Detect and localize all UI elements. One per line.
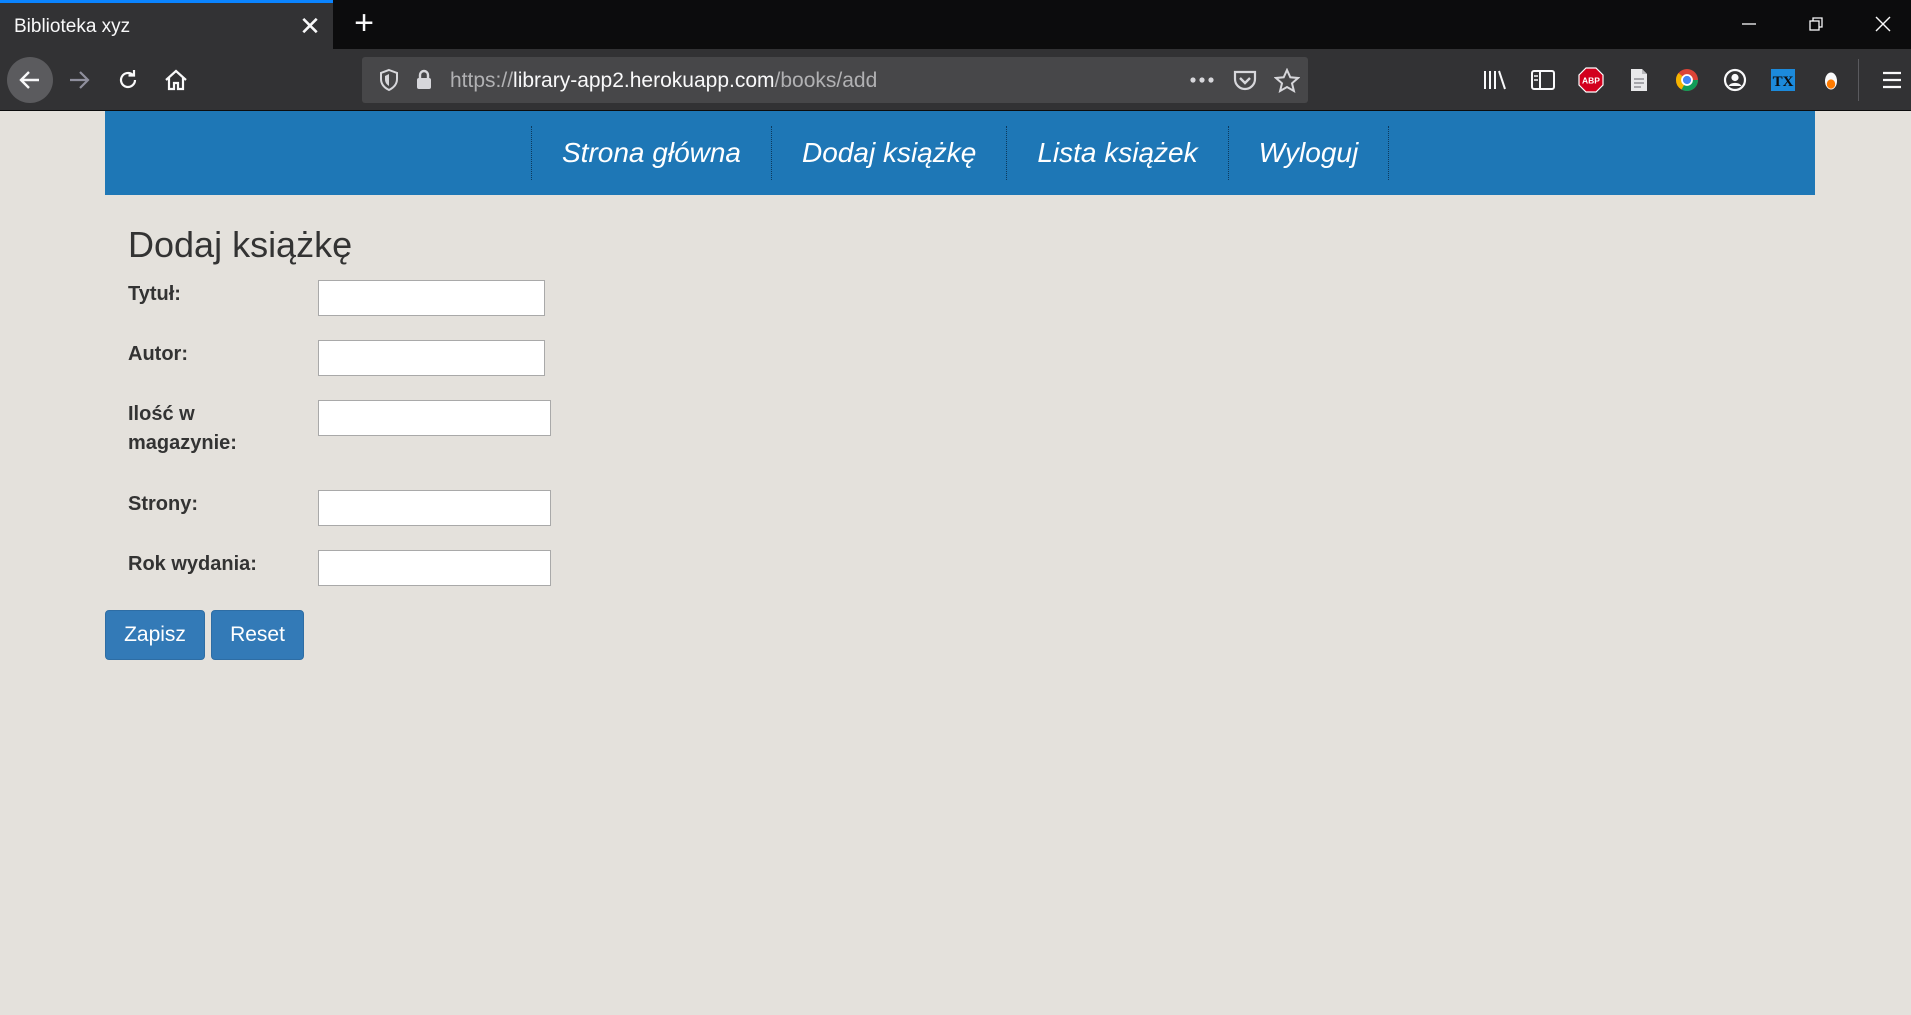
publication-year-label: Rok wydania: — [128, 553, 257, 575]
document-icon[interactable] — [1625, 66, 1653, 94]
tx-extension-icon[interactable]: TX — [1769, 66, 1797, 94]
reload-button[interactable] — [105, 57, 151, 103]
nav-item-add-book: Dodaj książkę — [772, 126, 1008, 180]
shield-icon[interactable] — [378, 68, 400, 92]
nav-link-add-book[interactable]: Dodaj książkę — [802, 137, 976, 169]
restore-icon[interactable] — [1793, 8, 1839, 40]
forward-button[interactable] — [56, 57, 102, 103]
svg-text:ABP: ABP — [1582, 76, 1600, 86]
svg-text:TX: TX — [1773, 74, 1794, 90]
new-tab-icon[interactable]: + — [346, 6, 382, 42]
reset-button[interactable]: Reset — [211, 610, 304, 660]
pages-label: Strony: — [128, 493, 198, 515]
stock-quantity-label: Ilość w magazynie: — [128, 403, 237, 454]
lock-icon[interactable] — [414, 68, 434, 92]
author-label: Autor: — [128, 343, 188, 365]
close-window-icon[interactable] — [1860, 8, 1906, 40]
star-icon[interactable] — [1274, 68, 1300, 94]
nav-item-book-list: Lista książek — [1007, 126, 1229, 180]
title-input[interactable] — [318, 280, 545, 316]
stock-quantity-input[interactable] — [318, 400, 551, 436]
pocket-icon[interactable] — [1232, 68, 1258, 92]
reload-icon — [119, 70, 137, 89]
url-bar[interactable]: https://library-app2.herokuapp.com/books… — [362, 57, 1308, 103]
extension-icon[interactable] — [1817, 66, 1845, 94]
nav-item-logout: Wyloguj — [1229, 126, 1390, 180]
home-icon — [165, 69, 187, 91]
site-nav-list: Strona główna Dodaj książkę Lista książe… — [531, 126, 1390, 180]
library-icon[interactable] — [1481, 66, 1509, 94]
sidebar-icon[interactable] — [1529, 66, 1557, 94]
publication-year-input[interactable] — [318, 550, 551, 586]
more-actions-icon[interactable] — [1188, 68, 1216, 92]
chrome-extension-icon[interactable] — [1673, 66, 1701, 94]
hamburger-menu-icon[interactable] — [1878, 66, 1906, 94]
url-text[interactable]: https://library-app2.herokuapp.com/books… — [450, 69, 877, 93]
toolbar-separator — [1858, 59, 1859, 101]
site-navigation: Strona główna Dodaj książkę Lista książe… — [105, 111, 1815, 195]
submit-button[interactable]: Zapisz — [105, 610, 205, 660]
nav-link-book-list[interactable]: Lista książek — [1037, 137, 1197, 169]
page-title: Dodaj książkę — [128, 224, 353, 265]
browser-navbar: https://library-app2.herokuapp.com/books… — [0, 49, 1911, 111]
home-button[interactable] — [153, 57, 199, 103]
minimize-icon[interactable] — [1726, 8, 1772, 40]
arrow-left-icon — [19, 71, 39, 89]
browser-tab[interactable]: Biblioteka xyz ✕ — [0, 0, 333, 49]
author-input[interactable] — [318, 340, 545, 376]
back-button[interactable] — [7, 57, 53, 103]
nav-link-logout[interactable]: Wyloguj — [1259, 137, 1359, 169]
account-icon[interactable] — [1721, 66, 1749, 94]
browser-tabbar: Biblioteka xyz ✕ + — [0, 0, 1911, 49]
arrow-right-icon — [70, 71, 90, 89]
pages-input[interactable] — [318, 490, 551, 526]
title-label: Tytuł: — [128, 283, 181, 305]
nav-link-home[interactable]: Strona główna — [562, 137, 741, 169]
tab-title: Biblioteka xyz — [14, 16, 131, 37]
close-tab-icon[interactable]: ✕ — [296, 13, 324, 41]
adblock-plus-icon[interactable]: ABP — [1577, 66, 1605, 94]
nav-item-home: Strona główna — [532, 126, 773, 180]
